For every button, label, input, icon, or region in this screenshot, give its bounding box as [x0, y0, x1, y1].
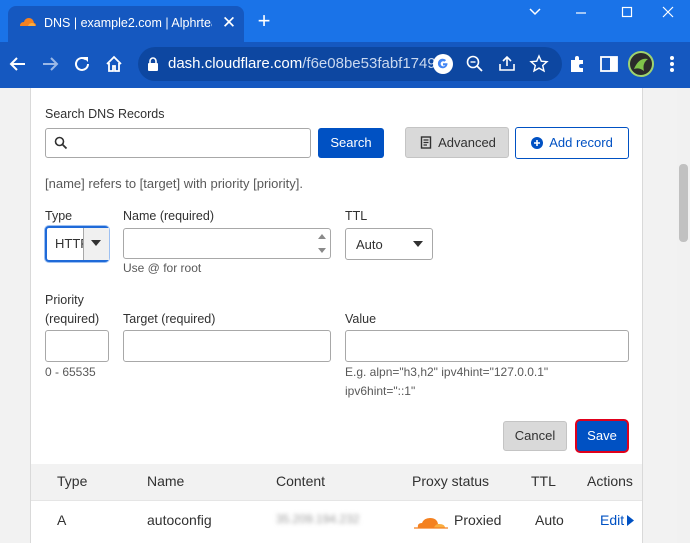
- col-header-type[interactable]: Type: [57, 473, 87, 489]
- close-window-icon[interactable]: [646, 0, 690, 24]
- minimize-icon[interactable]: [558, 0, 604, 24]
- advanced-button[interactable]: Advanced: [405, 127, 509, 158]
- address-bar[interactable]: dash.cloudflare.com/f6e08be53fabf1749...: [138, 47, 562, 81]
- home-icon[interactable]: [100, 50, 128, 78]
- back-icon[interactable]: [4, 50, 32, 78]
- priority-input[interactable]: [45, 330, 109, 362]
- name-label: Name (required): [123, 209, 215, 223]
- ref-name-token: [name]: [45, 176, 85, 191]
- page-viewport: Search DNS Records Search Advanced Add r…: [0, 88, 690, 543]
- col-header-ttl[interactable]: TTL: [531, 473, 556, 489]
- cancel-button[interactable]: Cancel: [503, 421, 567, 451]
- scrollbar-thumb[interactable]: [679, 164, 688, 242]
- search-input[interactable]: [45, 128, 311, 158]
- new-tab-button[interactable]: +: [252, 9, 276, 33]
- caret-down-icon: [413, 241, 423, 247]
- records-table-header: Type Name Content Proxy status TTL Actio…: [31, 464, 642, 500]
- tab-title: DNS | example2.com | Alphrteam: [44, 16, 212, 30]
- value-label: Value: [345, 312, 377, 326]
- google-icon[interactable]: [432, 53, 454, 75]
- document-icon: [420, 136, 432, 149]
- spin-down-icon[interactable]: [318, 248, 326, 253]
- caret-down-icon: [91, 240, 101, 246]
- share-icon[interactable]: [496, 53, 518, 75]
- save-button[interactable]: Save: [577, 421, 627, 451]
- col-header-actions: Actions: [587, 473, 633, 489]
- priority-label-required: (required): [45, 312, 100, 326]
- name-spinner[interactable]: [314, 229, 330, 258]
- maximize-icon[interactable]: [604, 0, 650, 24]
- browser-tab-bar: DNS | example2.com | Alphrteam ✕ +: [0, 0, 690, 42]
- add-record-label: Add record: [549, 135, 613, 150]
- type-select[interactable]: HTTPS: [45, 226, 109, 262]
- ref-target-token: [target]: [139, 176, 181, 191]
- ref-text-2: with priority: [180, 176, 254, 191]
- name-input[interactable]: [123, 228, 331, 259]
- menu-icon[interactable]: [662, 52, 682, 76]
- star-icon[interactable]: [528, 53, 550, 75]
- ref-priority-token: [priority]: [253, 176, 300, 191]
- profile-avatar-icon[interactable]: [628, 51, 654, 77]
- zoom-icon[interactable]: [464, 53, 486, 75]
- col-header-content[interactable]: Content: [276, 473, 325, 489]
- target-label: Target (required): [123, 312, 216, 326]
- cell-type: A: [57, 512, 67, 528]
- type-select-value: HTTPS: [55, 236, 83, 251]
- spin-up-icon[interactable]: [318, 234, 326, 239]
- edit-record-link[interactable]: Edit: [600, 512, 635, 528]
- url-host: dash.cloudflare.com: [168, 55, 303, 72]
- add-record-button[interactable]: Add record: [515, 127, 629, 159]
- value-input[interactable]: [345, 330, 629, 362]
- ref-text-1: refers to: [84, 176, 140, 191]
- sidepanel-icon[interactable]: [597, 52, 621, 76]
- ttl-select-value: Auto: [356, 237, 383, 252]
- search-button[interactable]: Search: [318, 128, 384, 158]
- priority-label: Priority: [45, 293, 84, 307]
- priority-hint: 0 - 65535: [45, 365, 96, 379]
- add-circle-icon: [531, 137, 543, 149]
- caret-right-icon: [627, 515, 635, 526]
- page-scrollbar[interactable]: [677, 88, 690, 543]
- ttl-label: TTL: [345, 209, 368, 223]
- edit-label: Edit: [600, 512, 625, 528]
- cell-ttl: Auto: [535, 512, 564, 528]
- name-hint: Use @ for root: [123, 261, 202, 275]
- browser-tab[interactable]: DNS | example2.com | Alphrteam ✕: [8, 6, 244, 42]
- proxied-cloud-icon: [414, 518, 448, 529]
- reference-hint: [name] refers to [target] with priority …: [45, 176, 303, 191]
- type-select-toggle[interactable]: [83, 228, 109, 260]
- col-header-proxy-status[interactable]: Proxy status: [412, 473, 489, 489]
- tab-search-chevron-icon[interactable]: [512, 0, 558, 24]
- target-input[interactable]: [123, 330, 331, 362]
- value-hint-line-1: E.g. alpn="h3,h2" ipv4hint="127.0.0.1": [345, 365, 549, 379]
- lock-icon[interactable]: [146, 56, 160, 72]
- forward-icon[interactable]: [36, 50, 64, 78]
- advanced-button-label: Advanced: [438, 135, 496, 150]
- extensions-icon[interactable]: [566, 52, 590, 76]
- reload-icon[interactable]: [68, 50, 96, 78]
- browser-toolbar: dash.cloudflare.com/f6e08be53fabf1749...: [0, 42, 690, 88]
- cloudflare-favicon-icon: [20, 18, 36, 26]
- tab-close-icon[interactable]: ✕: [220, 13, 238, 33]
- search-icon: [54, 136, 68, 150]
- cell-name: autoconfig: [147, 512, 212, 528]
- cell-proxy-status: Proxied: [454, 512, 502, 528]
- url-text: dash.cloudflare.com/f6e08be53fabf1749...: [168, 55, 448, 72]
- type-label: Type: [45, 209, 73, 223]
- table-row[interactable]: A autoconfig 35.209.194.232 Proxied Auto…: [31, 500, 642, 543]
- cell-content: 35.209.194.232: [276, 512, 360, 526]
- url-path: /f6e08be53fabf1749...: [302, 55, 449, 72]
- search-label: Search DNS Records: [45, 107, 165, 121]
- ttl-select[interactable]: Auto: [345, 228, 433, 260]
- value-hint-line-2: ipv6hint="::1": [345, 384, 416, 398]
- ref-text-3: .: [299, 176, 303, 191]
- col-header-name[interactable]: Name: [147, 473, 184, 489]
- dns-records-card: Search DNS Records Search Advanced Add r…: [30, 88, 643, 543]
